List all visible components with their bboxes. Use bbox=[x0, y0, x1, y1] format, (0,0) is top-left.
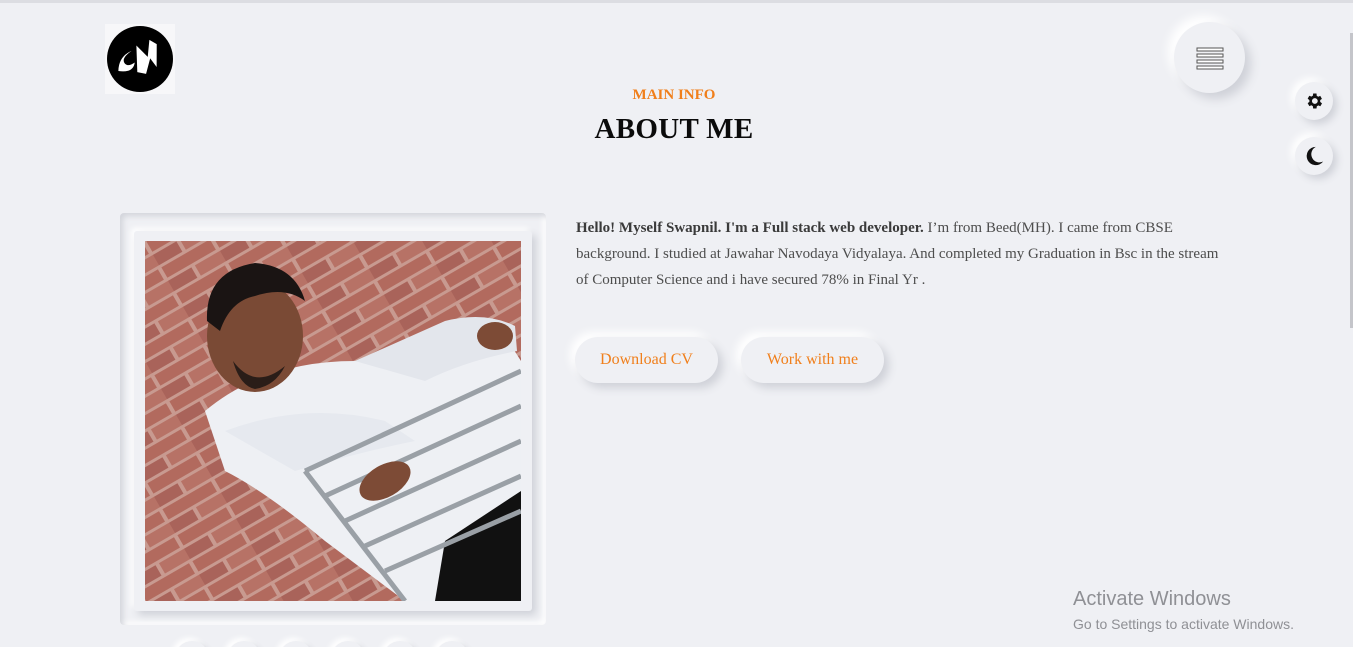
moon-icon bbox=[1306, 146, 1324, 166]
social-link[interactable] bbox=[279, 641, 313, 647]
bio-text: Hello! Myself Swapnil. I'm a Full stack … bbox=[576, 215, 1226, 293]
watermark-subtitle: Go to Settings to activate Windows. bbox=[1073, 616, 1294, 632]
profile-photo bbox=[145, 241, 521, 601]
profile-photo-frame bbox=[120, 213, 546, 625]
sm-logo-icon bbox=[107, 26, 173, 92]
watermark-title: Activate Windows bbox=[1073, 588, 1231, 610]
profile-photo-image bbox=[145, 241, 521, 601]
site-logo[interactable] bbox=[105, 24, 175, 94]
social-link[interactable] bbox=[383, 641, 417, 647]
bio-intro: Hello! Myself Swapnil. I'm a Full stack … bbox=[576, 220, 924, 236]
social-link[interactable] bbox=[331, 641, 365, 647]
social-link[interactable] bbox=[435, 641, 469, 647]
profile-photo-card bbox=[134, 231, 532, 611]
download-cv-button[interactable]: Download CV bbox=[575, 337, 718, 383]
social-link[interactable] bbox=[175, 641, 209, 647]
section-subtitle: MAIN INFO bbox=[632, 87, 716, 103]
hamburger-icon bbox=[1196, 47, 1223, 69]
menu-button[interactable] bbox=[1174, 22, 1245, 93]
windows-activation-watermark: Activate Windows Go to Settings to activ… bbox=[1073, 587, 1294, 634]
page-title: ABOUT ME bbox=[594, 113, 754, 145]
work-with-me-button[interactable]: Work with me bbox=[741, 337, 884, 383]
social-link[interactable] bbox=[227, 641, 261, 647]
social-links-row bbox=[175, 641, 469, 647]
